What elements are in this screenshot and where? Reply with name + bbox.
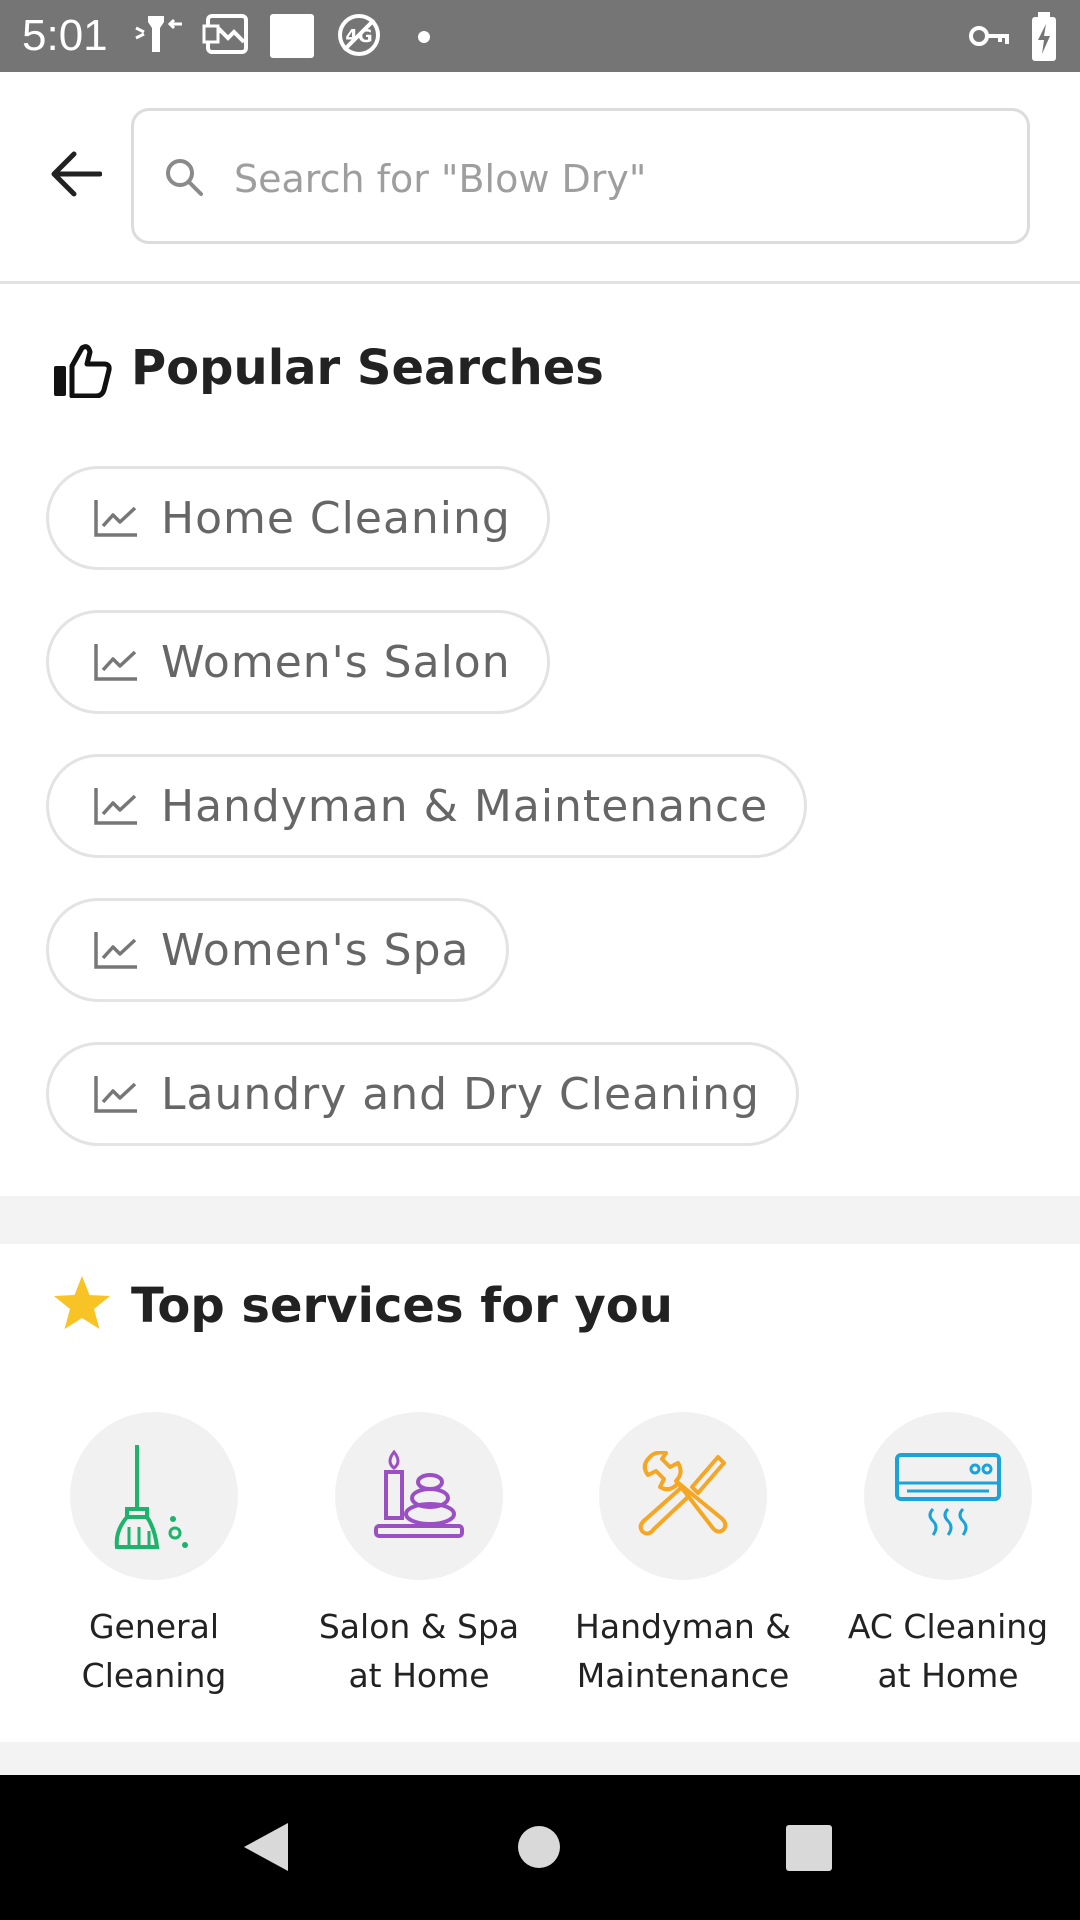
back-arrow-icon xyxy=(51,151,102,197)
status-bar: 5:01 4G xyxy=(0,0,1080,72)
search-input[interactable] xyxy=(232,141,996,217)
no-4g-icon: 4G xyxy=(338,14,380,56)
service-label: General Cleaning xyxy=(81,1607,227,1695)
trending-icon xyxy=(94,932,137,969)
recents-nav-icon[interactable] xyxy=(786,1825,832,1871)
service-icon-circle xyxy=(864,1412,1032,1580)
air-conditioner-icon xyxy=(895,1453,1001,1536)
section-separator xyxy=(0,1196,1080,1244)
status-time: 5:01 xyxy=(22,11,108,60)
navigation-bar xyxy=(0,1775,1080,1920)
thumbs-up-icon xyxy=(54,344,112,398)
service-general-cleaning[interactable]: General Cleaning xyxy=(22,1412,286,1700)
service-icon-circle xyxy=(599,1412,767,1580)
back-button[interactable] xyxy=(44,142,108,206)
dot-icon xyxy=(418,31,430,43)
trending-icon xyxy=(94,788,137,825)
popular-search-chip[interactable]: Laundry and Dry Cleaning xyxy=(46,1042,799,1146)
popular-searches-title: Popular Searches xyxy=(131,340,604,396)
service-icon-circle xyxy=(70,1412,238,1580)
popular-search-chip[interactable]: Handyman & Maintenance xyxy=(46,754,808,858)
home-nav-icon[interactable] xyxy=(517,1825,561,1869)
chip-label: Women's Spa xyxy=(161,924,470,976)
trending-icon xyxy=(94,1076,137,1113)
vpn-key-icon xyxy=(969,26,1009,46)
service-salon-spa[interactable]: Salon & Spa at Home xyxy=(287,1412,551,1700)
battery-charging-icon xyxy=(1032,12,1056,61)
star-icon xyxy=(54,1276,110,1329)
popular-search-chip[interactable]: Women's Spa xyxy=(46,898,509,1002)
tools-icon xyxy=(638,1451,728,1536)
search-icon xyxy=(166,159,203,196)
service-label: Handyman & Maintenance xyxy=(575,1607,791,1695)
service-label: AC Cleaning at Home xyxy=(847,1607,1049,1695)
trending-icon xyxy=(94,500,137,537)
spa-stones-icon xyxy=(374,1449,464,1538)
search-box[interactable] xyxy=(131,108,1030,244)
blank-notification-icon xyxy=(270,14,314,58)
broom-icon xyxy=(114,1445,188,1549)
trending-icon xyxy=(94,644,137,681)
popular-search-chip[interactable]: Home Cleaning xyxy=(46,466,550,570)
photo-notification-icon xyxy=(202,14,248,54)
chip-label: Laundry and Dry Cleaning xyxy=(161,1068,760,1120)
service-label: Salon & Spa at Home xyxy=(318,1607,520,1695)
chip-label: Women's Salon xyxy=(161,636,511,688)
section-separator xyxy=(0,1742,1080,1775)
figure-notification-icon xyxy=(135,16,182,52)
service-handyman[interactable]: Handyman & Maintenance xyxy=(551,1412,815,1700)
back-nav-icon[interactable] xyxy=(242,1821,290,1873)
service-ac-cleaning[interactable]: AC Cleaning at Home xyxy=(816,1412,1080,1700)
chip-label: Home Cleaning xyxy=(161,492,511,544)
header-divider xyxy=(0,281,1080,284)
service-icon-circle xyxy=(335,1412,503,1580)
top-services-title: Top services for you xyxy=(131,1278,673,1334)
popular-search-chip[interactable]: Women's Salon xyxy=(46,610,550,714)
chip-label: Handyman & Maintenance xyxy=(161,780,769,832)
